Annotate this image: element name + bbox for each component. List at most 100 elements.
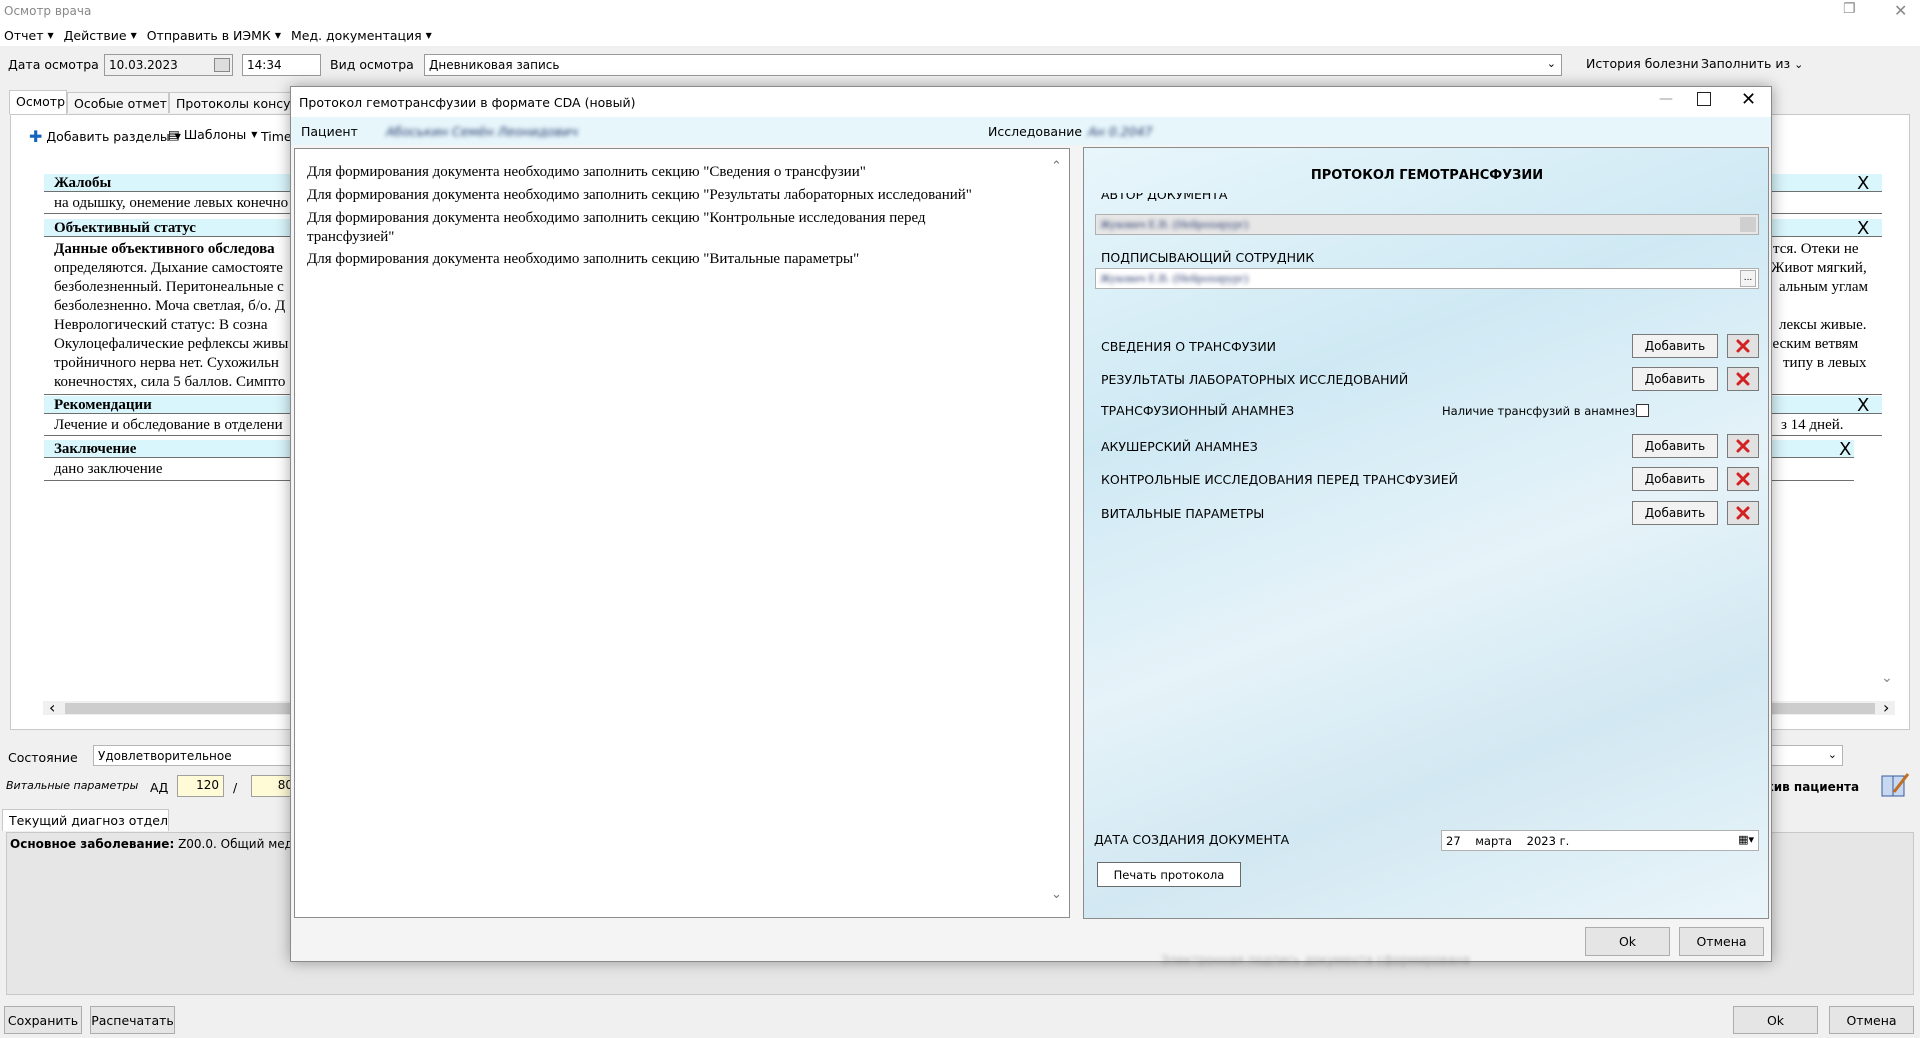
chevron-down-icon: ▼ — [274, 30, 281, 40]
close-icon[interactable]: ✕ — [1741, 89, 1756, 110]
close-icon[interactable]: ✕ — [1894, 1, 1907, 20]
objective-line: безболезненно. Моча светлая, б/о. Д — [54, 298, 286, 314]
signer-field[interactable]: Жукович Е.В. (Нейрохирург) ... — [1095, 268, 1759, 289]
chevron-down-icon: ⌄ — [1794, 58, 1804, 71]
scroll-down-icon[interactable]: ⌄ — [1051, 887, 1062, 902]
exam-date-value: 10.03.2023 — [109, 58, 178, 72]
section-control-tests-label: КОНТРОЛЬНЫЕ ИССЛЕДОВАНИЯ ПЕРЕД ТРАНСФУЗИ… — [1101, 472, 1458, 487]
save-button[interactable]: Сохранить — [4, 1006, 82, 1034]
restore-icon[interactable]: ❐ — [1843, 1, 1856, 17]
validation-message: Для формирования документа необходимо за… — [307, 210, 926, 245]
validation-message: Для формирования документа необходимо за… — [307, 164, 866, 180]
dialog-ok-button[interactable]: Ok — [1585, 927, 1670, 956]
menu-send-iemk[interactable]: Отправить в ИЭМК ▼ — [147, 28, 281, 43]
templates-button[interactable]: ▤ Шаблоны ▼ — [168, 127, 257, 142]
add-sections-label: Добавить разделы — [46, 129, 170, 144]
exam-type-select[interactable]: Дневниковая запись ⌄ — [424, 54, 1562, 76]
delete-vitals-button[interactable] — [1727, 501, 1759, 525]
remove-section-icon[interactable]: X — [1857, 220, 1869, 238]
section-complaints-title: Жалобы — [54, 175, 112, 191]
chevron-down-icon: ▼ — [47, 30, 54, 40]
bp-systolic-field[interactable]: 120 — [177, 775, 224, 797]
delete-control-tests-button[interactable] — [1727, 467, 1759, 491]
bp-label: АД — [150, 780, 169, 795]
calendar-icon[interactable] — [214, 58, 230, 72]
created-date-value: 27 марта 2023 г. — [1446, 833, 1570, 848]
remove-section-icon[interactable]: X — [1857, 397, 1869, 415]
blurred-footer-text: Электронная подпись документа сформирова… — [1161, 953, 1470, 967]
objective-line: определяются. Дыхание самостояте — [54, 260, 283, 276]
print-button[interactable]: Распечатать — [90, 1006, 175, 1034]
patient-archive-link[interactable]: хив пациента — [1766, 780, 1859, 794]
author-picker-button — [1740, 217, 1756, 232]
objective-line: Данные объективного обследова — [54, 241, 275, 257]
section-transfusion-info-label: СВЕДЕНИЯ О ТРАНСФУЗИИ — [1101, 339, 1277, 354]
red-x-icon — [1735, 371, 1751, 388]
menu-report[interactable]: Отчет ▼ — [4, 28, 54, 43]
templates-label: Шаблоны — [183, 127, 247, 142]
delete-lab-results-button[interactable] — [1727, 367, 1759, 391]
transfusion-history-checkbox[interactable] — [1636, 404, 1649, 417]
chevron-down-icon: ⌄ — [1827, 748, 1837, 761]
cancel-button[interactable]: Отмена — [1829, 1006, 1914, 1034]
ok-button[interactable]: Ok — [1733, 1006, 1818, 1034]
validation-message: Для формирования документа необходимо за… — [307, 251, 860, 267]
add-transfusion-info-button[interactable]: Добавить — [1632, 334, 1718, 358]
study-value: Ан 0.2047 — [1088, 124, 1153, 139]
created-date-label: ДАТА СОЗДАНИЯ ДОКУМЕНТА — [1094, 832, 1290, 847]
add-lab-results-button[interactable]: Добавить — [1632, 367, 1718, 391]
add-vitals-button[interactable]: Добавить — [1632, 501, 1718, 525]
recommendations-fragment: з 14 дней. — [1781, 417, 1844, 433]
recommendations-text: Лечение и обследование в отделени — [54, 417, 283, 433]
maximize-icon[interactable] — [1697, 92, 1711, 106]
tab-consult-protocols[interactable]: Протоколы консульт — [169, 92, 291, 113]
created-date-field[interactable]: 27 марта 2023 г. ▦▾ — [1441, 830, 1759, 851]
section-conclusion-title: Заключение — [54, 441, 137, 457]
scroll-left-icon[interactable]: ‹ — [49, 698, 55, 717]
objective-fragment: типу в левых — [1783, 355, 1867, 371]
delete-transfusion-info-button[interactable] — [1727, 334, 1759, 358]
objective-line: конечностях, сила 5 баллов. Симпто — [54, 374, 286, 390]
objective-fragment: тся. Отеки не — [1773, 241, 1859, 257]
template-icon: ▤ — [168, 127, 180, 142]
status-label: Состояние — [8, 750, 78, 765]
minimize-icon[interactable]: — — [1659, 91, 1673, 107]
red-x-icon — [1735, 471, 1751, 488]
study-label: Исследование — [988, 124, 1083, 139]
validation-messages-panel: Для формирования документа необходимо за… — [294, 148, 1070, 918]
author-label: АВТОР ДОКУМЕНТА — [1101, 193, 1228, 202]
fill-from-button[interactable]: Заполнить из ⌄ — [1701, 56, 1803, 71]
scroll-down-icon[interactable]: ⌄ — [1881, 670, 1893, 686]
print-protocol-button[interactable]: Печать протокола — [1097, 862, 1241, 887]
signer-picker-button[interactable]: ... — [1740, 270, 1756, 287]
remove-section-icon[interactable]: X — [1857, 175, 1869, 193]
delete-obstetric-anamnesis-button[interactable] — [1727, 434, 1759, 458]
scroll-up-icon[interactable]: ⌃ — [1051, 159, 1062, 174]
add-sections-button[interactable]: ✚ Добавить разделы ▼ — [29, 127, 181, 146]
tab-exam[interactable]: Осмотр — [9, 90, 67, 114]
scroll-right-icon[interactable]: › — [1883, 698, 1889, 717]
add-obstetric-anamnesis-button[interactable]: Добавить — [1632, 434, 1718, 458]
archive-book-icon[interactable] — [1880, 772, 1910, 800]
tab-current-diagnosis[interactable]: Текущий диагноз отделения — [2, 809, 169, 831]
window-title: Осмотр врача — [4, 4, 92, 18]
exam-time-field[interactable]: 14:34 — [242, 54, 321, 76]
exam-date-field[interactable]: 10.03.2023 — [104, 54, 233, 76]
remove-section-icon[interactable]: X — [1839, 441, 1851, 459]
objective-line: тройничного нерва нет. Сухожильн — [54, 355, 279, 371]
patient-value: Абоськин Семён Леонидович — [386, 124, 578, 139]
history-link[interactable]: История болезни — [1586, 56, 1699, 71]
menu-send-iemk-label: Отправить в ИЭМК — [146, 27, 271, 43]
validation-message: Для формирования документа необходимо за… — [307, 187, 972, 203]
menu-report-label: Отчет — [4, 27, 44, 43]
dialog-cancel-button[interactable]: Отмена — [1679, 927, 1764, 956]
add-control-tests-button[interactable]: Добавить — [1632, 467, 1718, 491]
tab-current-diagnosis-label: Текущий диагноз отделения — [9, 813, 168, 828]
menu-med-docs[interactable]: Мед. документация ▼ — [291, 28, 432, 43]
protocol-form-panel: ПРОТОКОЛ ГЕМОТРАНСФУЗИИ АВТОР ДОКУМЕНТА … — [1083, 147, 1769, 919]
exam-type-label: Вид осмотра — [330, 57, 414, 72]
menu-action[interactable]: Действие ▼ — [64, 28, 137, 43]
calendar-dropdown-icon[interactable]: ▦▾ — [1738, 833, 1754, 846]
tab-special-notes[interactable]: Особые отметки — [67, 92, 169, 113]
dialog-header: Пациент Абоськин Семён Леонидович Исслед… — [291, 117, 1771, 145]
